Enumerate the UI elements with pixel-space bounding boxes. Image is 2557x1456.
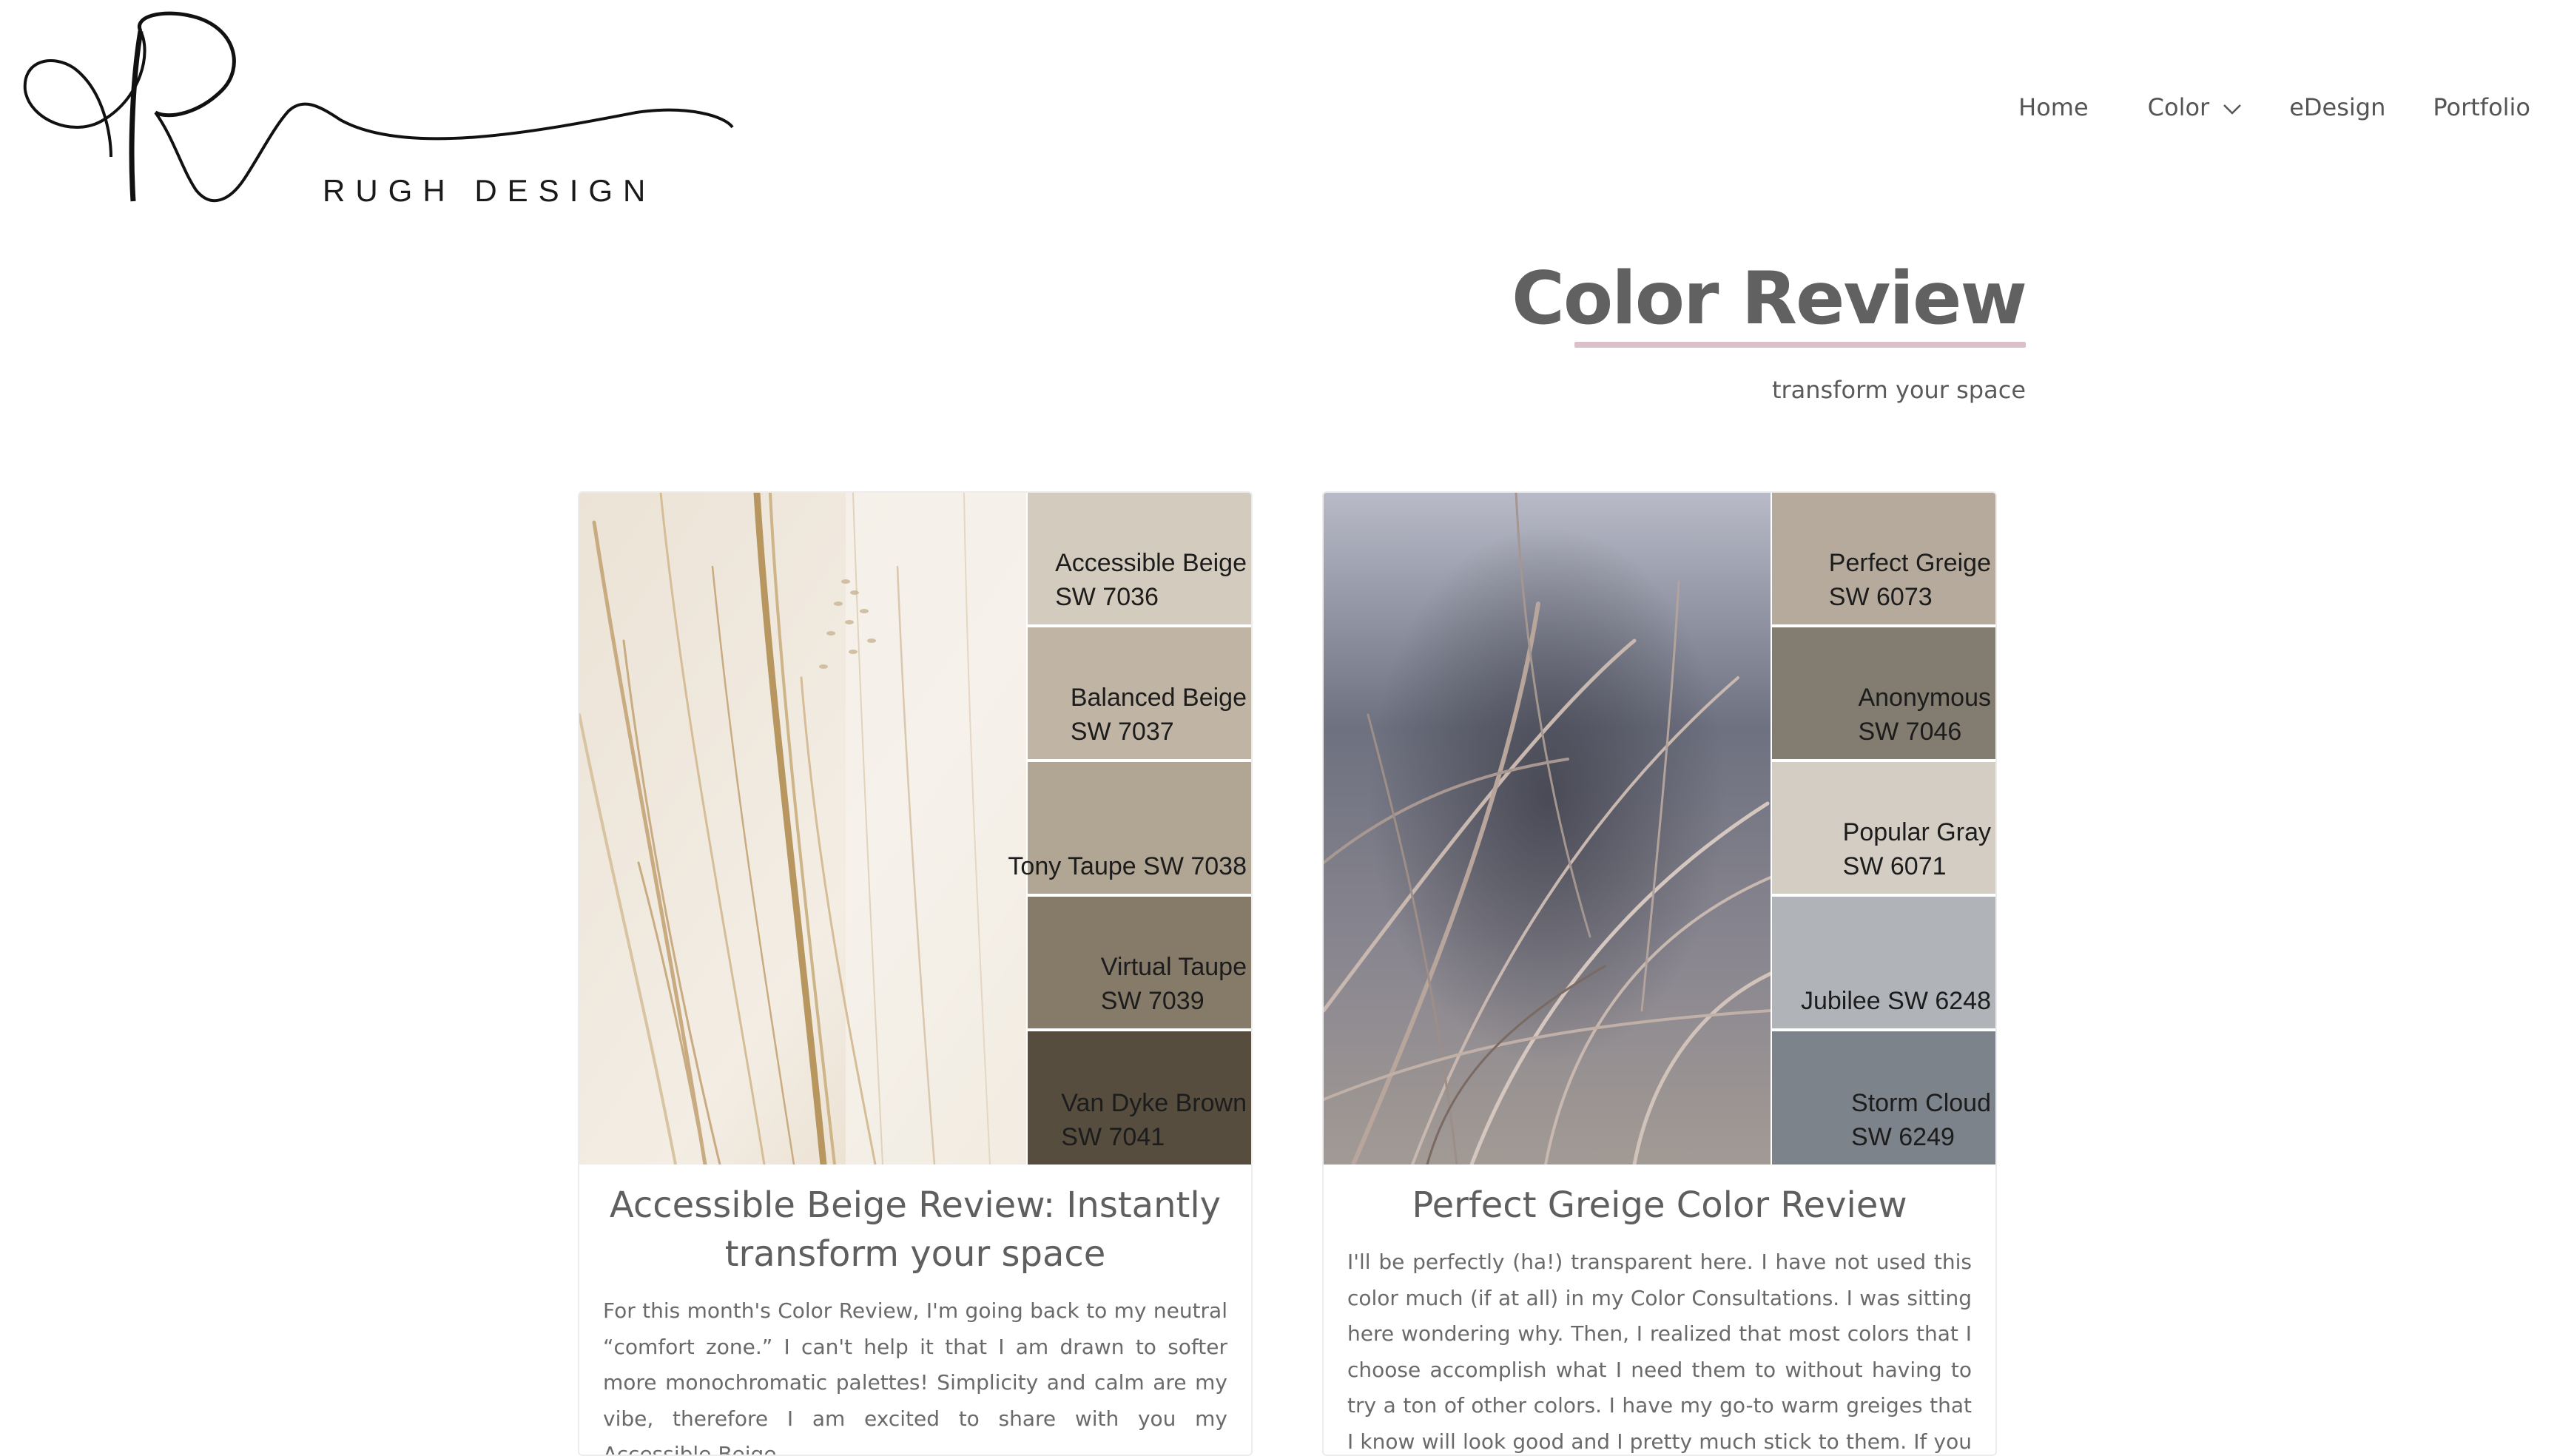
logo-wordmark: RUGH DESIGN (323, 173, 656, 208)
nav-home[interactable]: Home (2018, 93, 2089, 121)
post-card-perfect-greige[interactable]: Perfect Greige SW 6073 Anonymous SW 7046 P… (1322, 491, 1997, 1456)
grass-photo (579, 493, 1026, 1165)
swatch-label: Storm Cloud (1851, 1089, 1991, 1117)
swatch-label: Perfect Greige (1828, 549, 1991, 577)
swatch-label: Balanced Beige (1070, 684, 1247, 712)
swatch-accessible-beige: Accessible Beige SW 7036 (1028, 493, 1251, 624)
logo[interactable]: RUGH DESIGN (22, 9, 740, 216)
page-title: Color Review (1511, 257, 2027, 341)
nav-color[interactable]: Color (2148, 93, 2243, 121)
swatch-popular-gray: Popular Gray SW 6071 (1772, 762, 1995, 894)
swatch-label: Popular Gray (1842, 818, 1991, 846)
post-excerpt: For this month's Color Review, I'm going… (603, 1298, 1227, 1456)
swatch-perfect-greige: Perfect Greige SW 6073 (1772, 493, 1995, 624)
nav-edesign[interactable]: eDesign (2289, 93, 2385, 121)
grass-photo (1324, 493, 1771, 1165)
swatch-balanced-beige: Balanced Beige SW 7037 (1028, 627, 1251, 759)
chevron-down-icon (2223, 93, 2242, 121)
post-title[interactable]: Accessible Beige Review: Instantly trans… (602, 1181, 1229, 1278)
post-card-accessible-beige[interactable]: Accessible Beige SW 7036 Balanced Beige SW… (578, 491, 1253, 1456)
swatch-label: Van Dyke Brown (1061, 1089, 1247, 1117)
swatch-label: Accessible Beige (1055, 549, 1247, 577)
swatch-virtual-taupe: Virtual Taupe SW 7039 (1028, 897, 1251, 1028)
swatch-column: Accessible Beige SW 7036 Balanced Beige SW… (1008, 493, 1251, 1165)
swatch-label: Jubilee SW 6248 (1800, 987, 1991, 1015)
swatch-tony-taupe: Tony Taupe SW 7038 (1008, 762, 1251, 894)
post-excerpt: I'll be perfectly (ha!) transparent here… (1347, 1250, 1972, 1454)
swatch-code: SW 6249 (1851, 1123, 1955, 1151)
swatch-jubilee: Jubilee SW 6248 (1772, 897, 1995, 1028)
post-image[interactable]: Perfect Greige SW 6073 Anonymous SW 7046 P… (1324, 493, 1995, 1165)
swatch-code: SW 7036 (1055, 583, 1159, 611)
swatch-code: SW 7046 (1858, 718, 1962, 746)
swatch-code: SW 7039 (1100, 987, 1205, 1015)
nav-portfolio[interactable]: Portfolio (2433, 93, 2530, 121)
swatch-label: Anonymous (1858, 684, 1991, 712)
swatch-code: SW 7041 (1061, 1123, 1165, 1151)
nav-color-label: Color (2147, 93, 2210, 121)
swatch-code: SW 6071 (1842, 852, 1947, 880)
swatch-storm-cloud: Storm Cloud SW 6249 (1772, 1031, 1995, 1165)
page-subtitle: transform your space (1771, 376, 2026, 404)
swatch-column: Perfect Greige SW 6073 Anonymous SW 7046 P… (1772, 493, 1995, 1165)
post-image[interactable]: Accessible Beige SW 7036 Balanced Beige SW… (579, 493, 1251, 1165)
title-underline (1574, 342, 2026, 348)
main-nav: Home Color eDesign Portfolio (2018, 93, 2530, 121)
post-title[interactable]: Perfect Greige Color Review (1346, 1181, 1973, 1230)
swatch-anonymous: Anonymous SW 7046 (1772, 627, 1995, 759)
swatch-code: SW 6073 (1828, 583, 1933, 611)
swatch-van-dyke-brown: Van Dyke Brown SW 7041 (1028, 1031, 1251, 1165)
swatch-label: Tony Taupe SW 7038 (1008, 852, 1247, 880)
swatch-label: Virtual Taupe (1100, 953, 1247, 981)
swatch-code: SW 7037 (1070, 718, 1174, 746)
